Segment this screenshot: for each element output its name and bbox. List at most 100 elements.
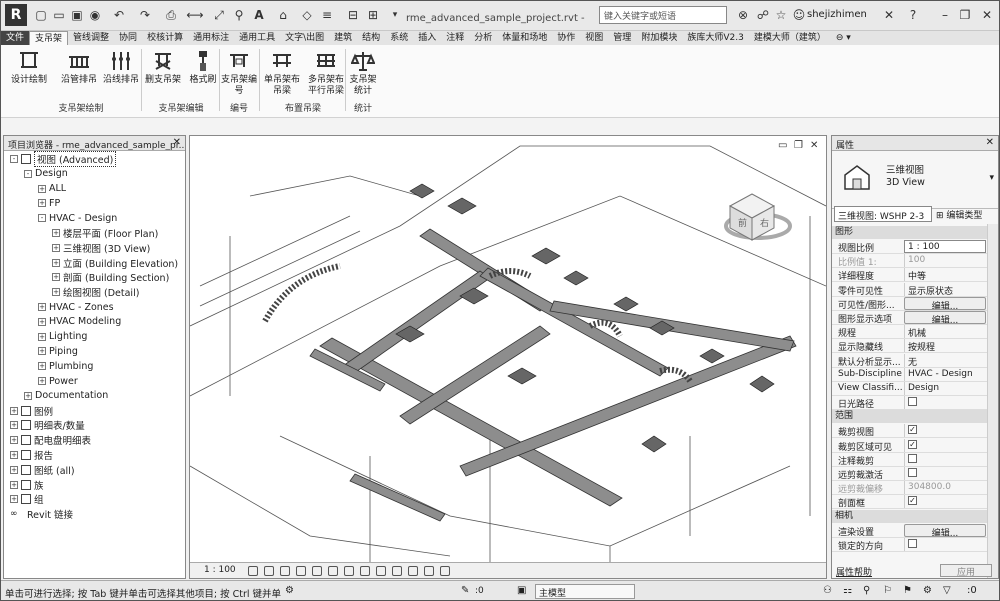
- app-logo-icon[interactable]: R: [5, 4, 27, 26]
- design-draw-button[interactable]: 设计绘制: [9, 49, 49, 86]
- tab-0[interactable]: 文件: [1, 31, 30, 45]
- tree-item[interactable]: + Documentation: [24, 389, 108, 403]
- air-terminal[interactable]: [563, 270, 589, 286]
- tab-4[interactable]: 校核计算: [142, 31, 188, 45]
- checkbox[interactable]: ✓: [908, 496, 917, 506]
- property-value[interactable]: HVAC - Design: [904, 367, 986, 381]
- shadows-icon[interactable]: [296, 566, 306, 576]
- expand-icon[interactable]: +: [24, 391, 32, 400]
- air-terminal[interactable]: [531, 247, 561, 265]
- edit-button[interactable]: 编辑...: [904, 311, 986, 324]
- text-icon[interactable]: A: [251, 7, 267, 23]
- tree-item[interactable]: + 剖面 (Building Section): [52, 270, 169, 284]
- air-terminal[interactable]: [641, 435, 667, 453]
- along-pipe-hanger-button[interactable]: 沿管排吊: [59, 49, 99, 86]
- minimize-view-icon[interactable]: ▭: [778, 140, 787, 151]
- property-value[interactable]: Design: [904, 382, 986, 395]
- tab-5[interactable]: 通用标注: [188, 31, 234, 45]
- close-view-icon[interactable]: ✕: [810, 140, 818, 151]
- tree-item[interactable]: + 明细表/数量: [10, 418, 85, 432]
- expand-icon[interactable]: +: [52, 273, 60, 282]
- print-icon[interactable]: ⎙: [163, 7, 179, 23]
- search-binoculars-icon[interactable]: ⊗: [735, 7, 751, 23]
- tree-item[interactable]: + ALL: [38, 182, 66, 196]
- workset-icon[interactable]: ⚙: [285, 585, 294, 596]
- expand-icon[interactable]: +: [10, 421, 18, 430]
- single-hanger-beam-button[interactable]: 单吊架布 吊梁: [259, 49, 305, 97]
- collapse-icon[interactable]: -: [38, 214, 46, 223]
- checkbox[interactable]: [908, 453, 917, 463]
- 3d-view-icon[interactable]: ⌂: [275, 7, 291, 23]
- visual-style-icon[interactable]: [264, 566, 274, 576]
- tree-item[interactable]: + 三维视图 (3D View): [52, 241, 150, 255]
- property-value[interactable]: 304800.0: [904, 481, 986, 495]
- design-option-select[interactable]: 主模型: [535, 584, 635, 599]
- star-icon[interactable]: ☆: [773, 7, 789, 23]
- tab-7[interactable]: 文字\出图: [280, 31, 329, 45]
- expand-icon[interactable]: +: [10, 436, 18, 445]
- user-icon[interactable]: ☺: [791, 7, 807, 23]
- redo-icon[interactable]: ↷: [137, 7, 153, 23]
- expand-icon[interactable]: +: [38, 199, 46, 208]
- property-checkbox[interactable]: ✓: [904, 495, 986, 509]
- tree-item[interactable]: - Design: [24, 167, 68, 181]
- info-icon[interactable]: ☍: [755, 7, 771, 23]
- properties-help-link[interactable]: 属性帮助: [836, 565, 872, 578]
- qa-dropdown-icon[interactable]: ▾: [387, 7, 403, 23]
- property-value[interactable]: 中等: [904, 268, 986, 282]
- tab-16[interactable]: 视图: [580, 31, 608, 45]
- property-value[interactable]: 100: [904, 254, 986, 268]
- view-instance-select[interactable]: 三维视图: WSHP 2-3: [834, 206, 932, 222]
- checkbox[interactable]: ✓: [908, 425, 917, 435]
- drag-elements-icon[interactable]: ⚑: [903, 585, 912, 596]
- property-value[interactable]: 1 : 100: [904, 240, 986, 253]
- expand-icon[interactable]: +: [38, 362, 46, 371]
- thin-lines-icon[interactable]: ≡: [319, 7, 335, 23]
- render-icon[interactable]: [312, 566, 322, 576]
- air-terminal[interactable]: [749, 375, 775, 393]
- tab-13[interactable]: 分析: [469, 31, 497, 45]
- apply-button[interactable]: 应用: [940, 564, 992, 578]
- expand-icon[interactable]: +: [10, 495, 18, 504]
- tab-20[interactable]: 建模大师（建筑）: [749, 31, 831, 45]
- tree-item[interactable]: + Piping: [38, 344, 78, 358]
- expand-icon[interactable]: +: [52, 288, 60, 297]
- detail-level-icon[interactable]: [248, 566, 258, 576]
- sync-icon[interactable]: ◉: [87, 7, 103, 23]
- air-terminal[interactable]: [699, 348, 725, 364]
- switch-window-icon[interactable]: ⊞: [365, 7, 381, 23]
- open-icon[interactable]: ▭: [51, 7, 67, 23]
- tab-8[interactable]: 建筑: [329, 31, 357, 45]
- filter-icon[interactable]: ▽: [943, 585, 951, 596]
- delete-hanger-button[interactable]: 删支吊架: [143, 49, 183, 86]
- property-checkbox[interactable]: ✓: [904, 424, 986, 438]
- hanger-number-button[interactable]: 支吊架编 号: [219, 49, 259, 97]
- tree-item[interactable]: + HVAC Modeling: [38, 315, 121, 329]
- user-name[interactable]: shejizhimen: [807, 9, 867, 20]
- design-options-icon[interactable]: ▣: [517, 585, 526, 596]
- tree-item[interactable]: + 配电盘明细表: [10, 433, 91, 447]
- tree-item[interactable]: + Lighting: [38, 330, 87, 344]
- property-checkbox[interactable]: [904, 452, 986, 466]
- tree-item[interactable]: + 楼层平面 (Floor Plan): [52, 226, 158, 240]
- ribbon-minimize-icon[interactable]: ⊖ ▾: [831, 31, 856, 45]
- expand-icon[interactable]: +: [38, 184, 46, 193]
- tab-6[interactable]: 通用工具: [234, 31, 280, 45]
- tab-15[interactable]: 协作: [552, 31, 580, 45]
- select-pinned-icon[interactable]: ⚲: [863, 585, 870, 596]
- tab-19[interactable]: 族库大师V2.3: [682, 31, 748, 45]
- flex-duct[interactable]: [262, 263, 341, 323]
- property-value[interactable]: 按规程: [904, 339, 986, 353]
- tree-item[interactable]: - HVAC - Design: [38, 211, 117, 225]
- checkbox[interactable]: [908, 397, 917, 407]
- tree-item[interactable]: - 视图 (Advanced): [10, 151, 117, 167]
- restore-icon[interactable]: ❐: [957, 7, 973, 23]
- view-scale[interactable]: 1 : 100: [204, 565, 236, 575]
- undo-icon[interactable]: ↶: [111, 7, 127, 23]
- tab-11[interactable]: 插入: [413, 31, 441, 45]
- expand-icon[interactable]: +: [10, 480, 18, 489]
- expand-icon[interactable]: +: [10, 406, 18, 415]
- lock-view-icon[interactable]: [360, 566, 370, 576]
- restore-view-icon[interactable]: ❐: [794, 140, 803, 151]
- section-icon[interactable]: ◇: [299, 7, 315, 23]
